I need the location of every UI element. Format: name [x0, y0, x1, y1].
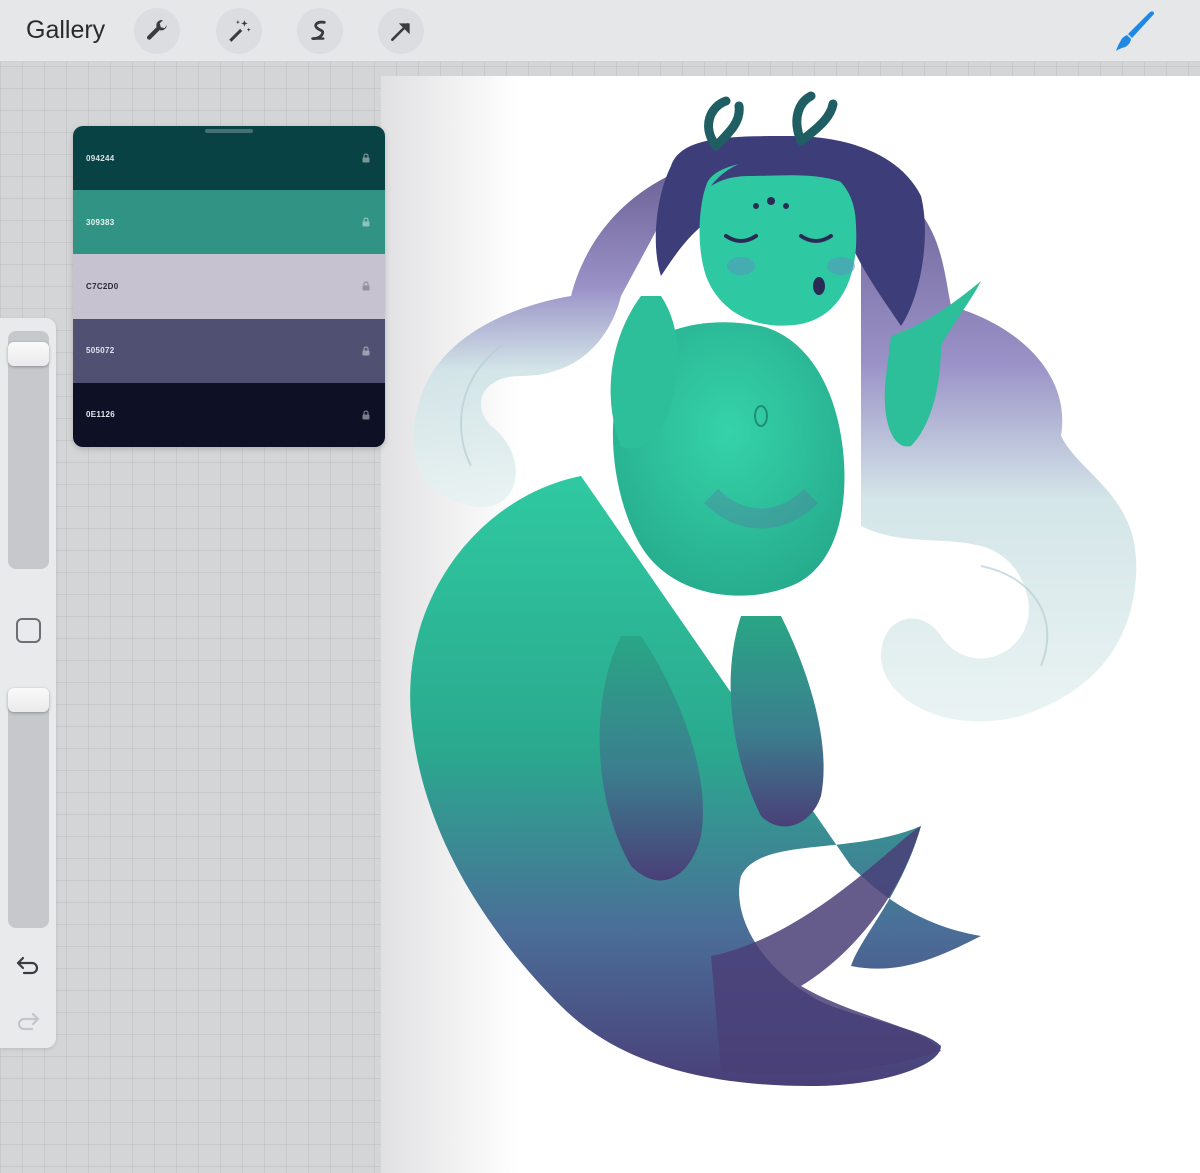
swatch-hex: 0E1126 [86, 410, 115, 420]
swatch-5[interactable]: 0E1126 [73, 382, 385, 447]
lock-icon [362, 346, 370, 356]
lock-icon [362, 410, 370, 420]
mermaid-artwork [410, 91, 1137, 1086]
gallery-button[interactable]: Gallery [26, 16, 105, 45]
wrench-icon [147, 20, 167, 40]
brush-size-thumb[interactable] [8, 342, 49, 366]
palette-grip[interactable] [205, 129, 253, 133]
undo-icon [16, 956, 39, 975]
redo-icon [17, 1012, 40, 1031]
swatch-hex: C7C2D0 [86, 281, 119, 291]
modify-button[interactable] [16, 618, 41, 643]
lock-icon [362, 153, 370, 163]
selection-icon [311, 20, 326, 40]
color-palette: 094244 309383 C7C2D0 505072 0E1126 [73, 126, 385, 447]
opacity-thumb[interactable] [8, 688, 49, 712]
transform-arrow-icon [391, 23, 410, 41]
redo-button[interactable] [14, 1006, 42, 1034]
swatch-2[interactable]: 309383 [73, 190, 385, 255]
magic-wand-icon [229, 20, 251, 42]
swatch-hex: 505072 [86, 346, 115, 356]
selection-button[interactable] [297, 8, 343, 54]
brush-button[interactable] [1110, 8, 1158, 56]
adjustments-button[interactable] [216, 8, 262, 54]
left-sidebar [0, 318, 56, 1048]
lock-icon [362, 281, 370, 291]
actions-button[interactable] [134, 8, 180, 54]
lock-icon [362, 217, 370, 227]
swatch-1[interactable]: 094244 [73, 126, 385, 191]
top-toolbar: Gallery [0, 0, 1200, 62]
swatch-3[interactable]: C7C2D0 [73, 254, 385, 319]
drawing-canvas[interactable] [381, 76, 1200, 1173]
opacity-slider[interactable] [8, 688, 49, 928]
swatch-hex: 309383 [86, 217, 115, 227]
swatch-hex: 094244 [86, 153, 115, 163]
swatch-4[interactable]: 505072 [73, 318, 385, 383]
brush-size-slider[interactable] [8, 331, 49, 569]
transform-button[interactable] [378, 8, 424, 54]
brush-icon [1116, 11, 1154, 51]
undo-button[interactable] [14, 950, 42, 978]
